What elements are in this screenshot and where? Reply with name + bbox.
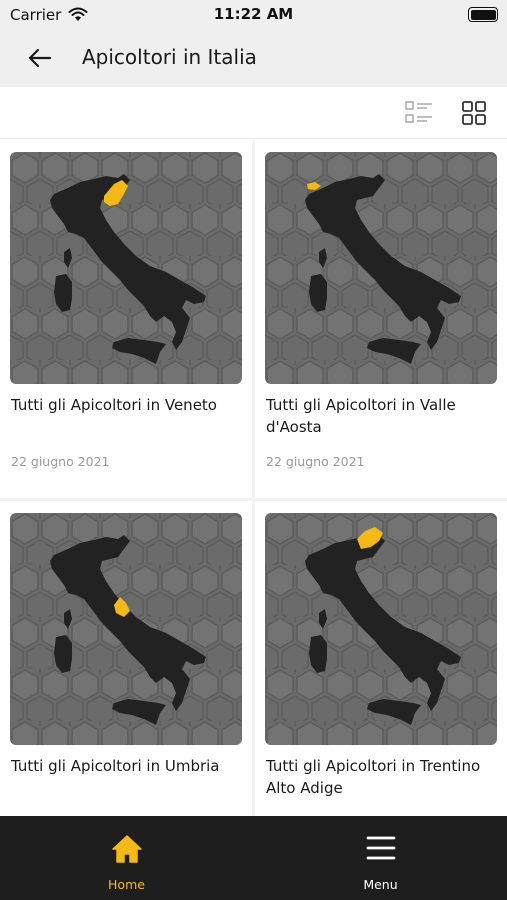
card-title: Tutti gli Apicoltori in Valle d'Aosta (266, 396, 456, 436)
navigation-bar: Apicoltori in Italia (0, 30, 507, 87)
article-card-trentino[interactable]: Tutti gli Apicoltori in Trentino Alto Ad… (255, 501, 507, 816)
article-card-umbria[interactable]: Tutti gli Apicoltori in Umbria (0, 501, 252, 816)
home-icon (111, 835, 142, 863)
tab-label: Menu (363, 877, 398, 892)
italy-map-image (265, 513, 497, 745)
arrow-left-icon (28, 48, 52, 68)
card-title: Tutti gli Apicoltori in Umbria (11, 757, 220, 775)
status-time: 11:22 AM (213, 5, 294, 23)
article-card-veneto[interactable]: Tutti gli Apicoltori in Veneto 22 giugno… (0, 140, 252, 498)
articles-grid: Tutti gli Apicoltori in Veneto 22 giugno… (0, 140, 507, 816)
back-button[interactable] (22, 42, 58, 74)
grid-view-button[interactable] (461, 100, 487, 126)
page-title: Apicoltori in Italia (82, 45, 257, 69)
tab-label: Home (108, 877, 145, 892)
card-date: 22 giugno 2021 (266, 454, 365, 469)
bottom-tab-bar: Home Menu (0, 816, 507, 900)
grid-view-icon (462, 101, 486, 125)
view-toggle-toolbar (0, 87, 507, 139)
list-view-button[interactable] (405, 100, 433, 126)
battery-icon (468, 7, 498, 22)
status-bar: Carrier 11:22 AM (0, 0, 507, 30)
italy-map-image (10, 152, 242, 384)
italy-map-image (10, 513, 242, 745)
tab-home[interactable]: Home (0, 816, 253, 900)
list-view-icon (405, 101, 432, 123)
italy-map-image (265, 152, 497, 384)
card-title: Tutti gli Apicoltori in Veneto (11, 396, 217, 414)
card-title: Tutti gli Apicoltori in Trentino Alto Ad… (266, 757, 481, 797)
article-card-valle-daosta[interactable]: Tutti gli Apicoltori in Valle d'Aosta 22… (255, 140, 507, 498)
hamburger-menu-icon (366, 836, 395, 860)
card-date: 22 giugno 2021 (11, 454, 110, 469)
tab-menu[interactable]: Menu (254, 816, 507, 900)
